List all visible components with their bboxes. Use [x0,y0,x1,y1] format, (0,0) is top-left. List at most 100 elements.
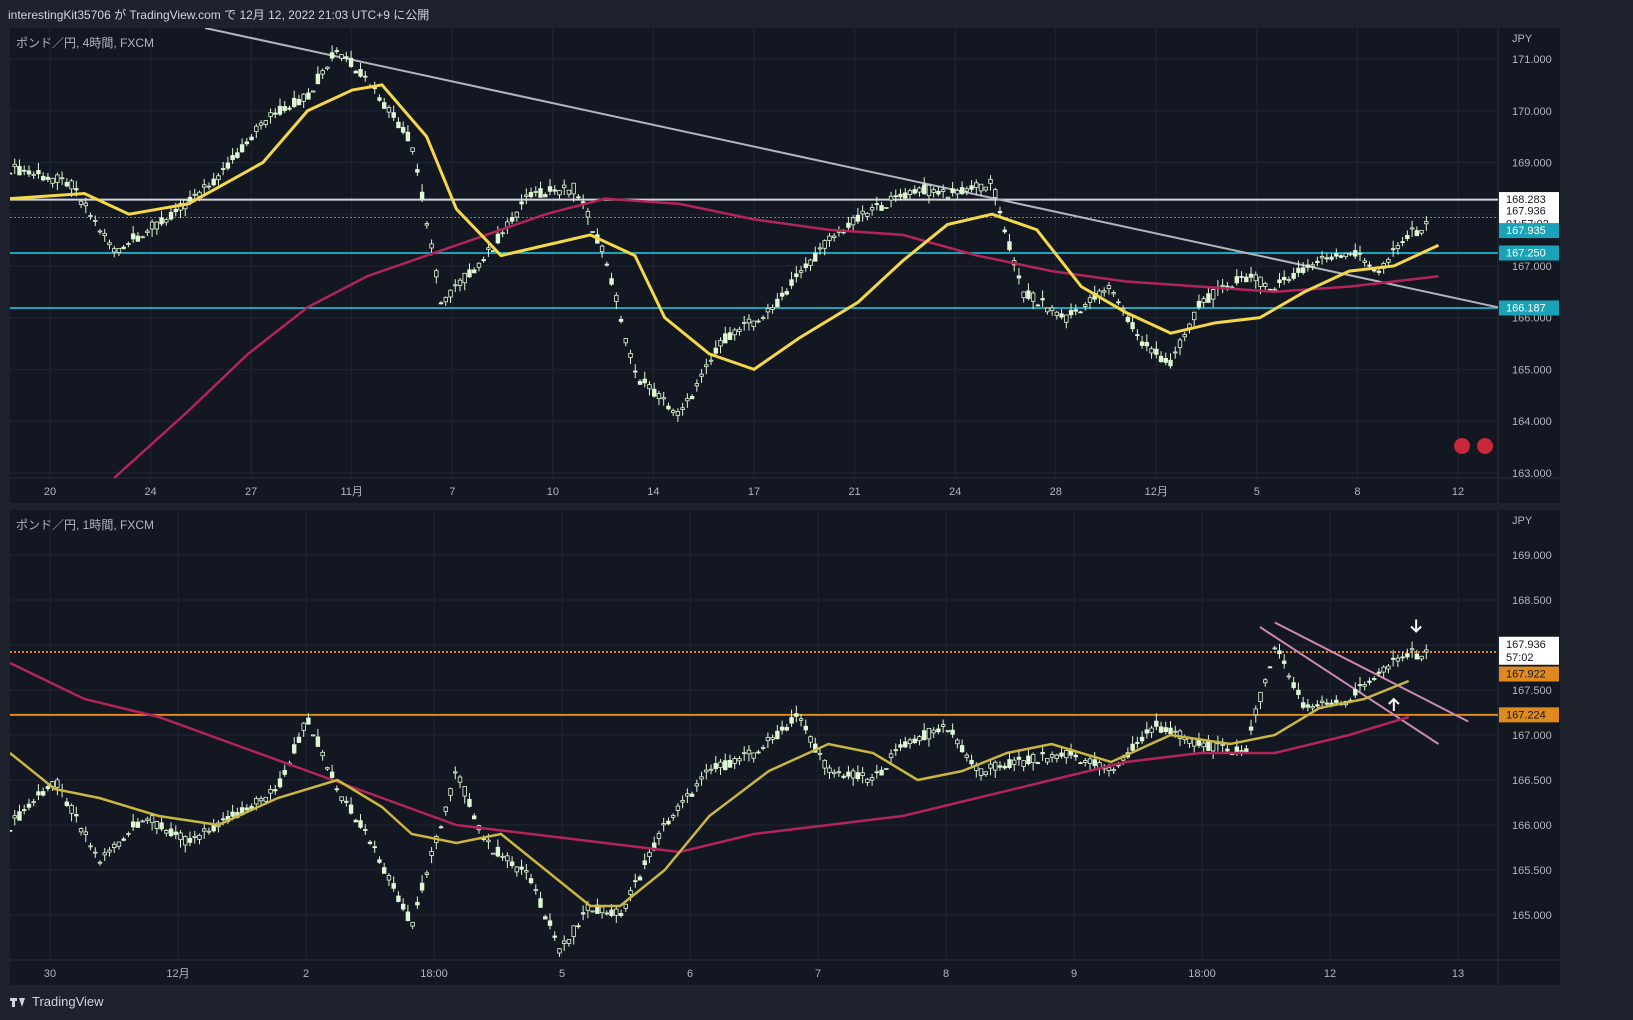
candle-body [732,758,737,764]
candle-body [912,738,917,744]
candle-body [443,296,448,303]
candle-body [1386,258,1391,263]
candle-body [955,189,960,195]
y-tick-label: 164.000 [1512,416,1552,428]
candle-body [1405,653,1410,658]
chart-pane-1h[interactable]: 169.000168.500168.000167.500167.000166.5… [10,510,1560,985]
candle-body [708,359,714,362]
candle-body [997,210,1003,214]
candle-body [97,861,103,864]
candle-body [168,828,174,837]
candle-body [609,278,614,285]
candle-body [571,925,576,937]
candle-body [822,240,827,249]
candle-body [737,328,742,332]
candle-body [173,831,178,835]
candle-body [765,736,771,742]
footer: TradingView [10,994,104,1009]
candle-body [832,235,837,238]
candle-body [31,173,36,176]
candle-body [604,263,610,266]
candle-body [978,183,984,192]
candle-body [713,347,718,354]
y-tick-label: 165.500 [1512,865,1552,877]
candle-body [1106,285,1112,290]
candle-body [187,838,193,843]
candle-body [472,269,477,274]
currency-label: JPY [1512,515,1533,527]
candle-body [808,736,813,743]
x-tick-label: 8 [943,968,949,980]
candle-body [1281,660,1287,664]
currency-label: JPY [1512,33,1533,45]
candle-body [183,836,188,846]
candle-body [448,289,453,298]
candle-body [1054,311,1060,317]
candle-body [1026,755,1031,765]
candle-body [1049,754,1055,758]
candle-body [287,107,292,110]
candle-body [22,169,27,172]
x-tick-label: 13 [1452,968,1464,980]
candle-body [31,801,36,804]
candle-body [1201,742,1206,748]
chart-1h-svg[interactable]: 169.000168.500168.000167.500167.000166.5… [10,510,1560,985]
candle-body [628,890,633,895]
candle-body [126,833,131,835]
candle-body [254,125,259,132]
candle-body [438,302,444,305]
candle-body [230,155,235,161]
candle-body [334,788,340,791]
candle-body [116,841,122,847]
candle-body [884,768,889,770]
candle-body [26,170,32,175]
candle-body [382,102,387,109]
candle-body [225,162,231,169]
candle-body [855,214,861,222]
y-tick-label: 168.500 [1512,595,1552,607]
candle-body [1087,297,1093,303]
candle-body [1300,267,1306,273]
candle-body [1040,752,1045,755]
candle-body [1424,221,1429,225]
candle-body [1381,666,1386,673]
candle-body [1291,682,1296,689]
candle-body [552,189,557,192]
candle-body [424,223,430,226]
candle-body [268,788,273,794]
candle-body [760,317,766,320]
candle-body [893,749,898,752]
candle-body [670,815,676,818]
candle-body [519,201,524,205]
candle-body [315,73,321,85]
candle-body [1158,726,1164,733]
y-tick-label: 169.000 [1512,157,1552,169]
candle-body [922,730,927,741]
candle-body [552,935,557,938]
candle-body [462,272,467,284]
candle-body [419,882,425,891]
candle-body [1319,256,1325,259]
chart-4h-svg[interactable]: 171.000170.000169.000168.000167.000166.0… [10,28,1560,503]
x-tick-label: 14 [647,486,659,498]
candle-body [292,97,297,107]
candle-body [993,761,998,771]
candle-body [775,730,780,740]
candle-body [661,823,666,826]
candle-body [1395,245,1401,250]
candle-body [1267,666,1273,669]
candle-body [353,819,358,823]
candle-body [718,340,723,347]
candle-body [1149,727,1154,733]
candle-body [1002,765,1007,769]
candle-body [836,771,842,774]
candle-body [1357,252,1363,255]
chart-pane-4h[interactable]: 171.000170.000169.000168.000167.000166.0… [10,28,1560,503]
candle-body [903,192,908,199]
candle-body [467,799,472,807]
y-tick-label: 166.500 [1512,775,1552,787]
candle-body [533,889,538,891]
candle-body [841,775,846,778]
candle-body [865,212,870,217]
candle-body [1319,700,1325,703]
